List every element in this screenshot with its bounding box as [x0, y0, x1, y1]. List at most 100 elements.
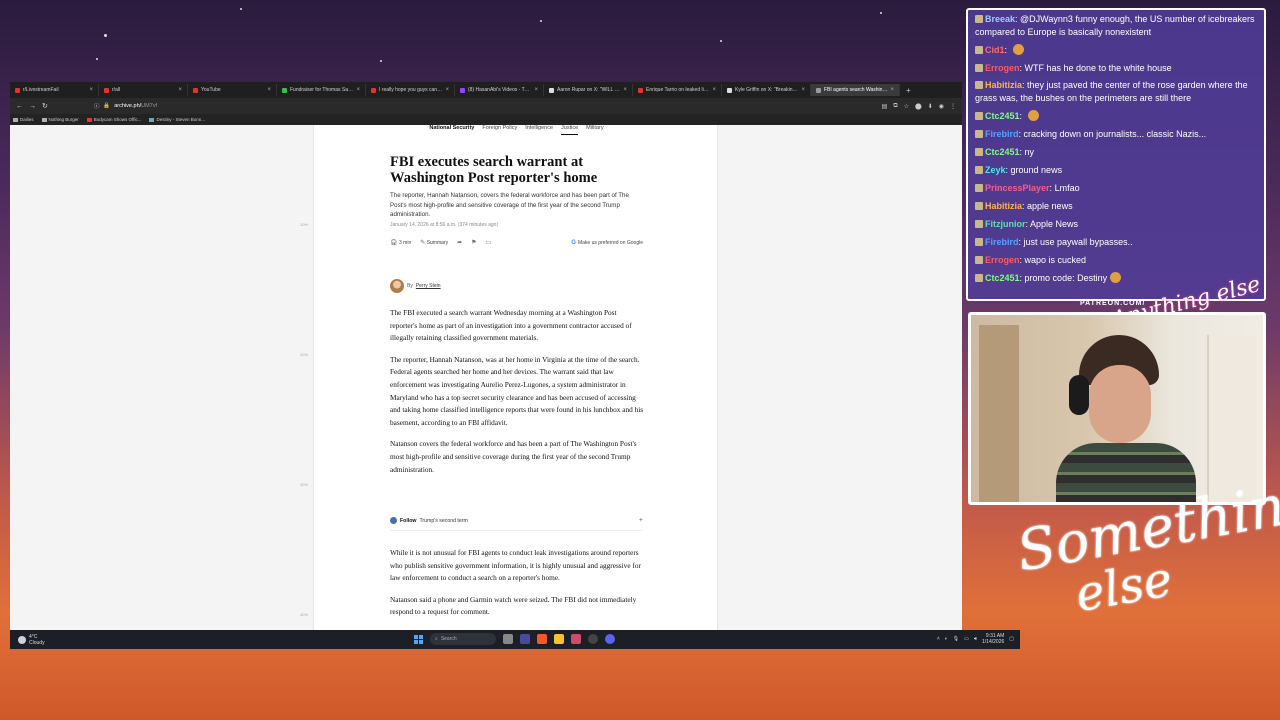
tab-x-griffin[interactable]: Kyle Griffin on X: "Breaking Wa × [722, 84, 811, 96]
nav-military[interactable]: Military [586, 125, 603, 135]
tab-tarrio[interactable]: Enrique Tarrio on leaked list of × [633, 84, 722, 96]
sub-badge-icon [975, 274, 983, 282]
url-field[interactable]: ⓘ 🔒 archive.ph/UM7vf [94, 102, 157, 110]
file-explorer-icon[interactable] [554, 634, 564, 644]
chat-app-icon[interactable] [520, 634, 530, 644]
summary-button[interactable]: ✎ Summary [420, 239, 448, 246]
tray-app-icon[interactable]: ◐ [945, 636, 948, 642]
nav-foreign-policy[interactable]: Foreign Policy [482, 125, 517, 135]
reddit-icon [638, 87, 643, 93]
comment-icon[interactable]: ▭ [486, 239, 492, 246]
chat-username[interactable]: Fitzjunior [985, 219, 1026, 229]
back-icon[interactable]: ← [16, 103, 23, 110]
chat-username[interactable]: Habitizia [985, 80, 1022, 90]
chat-username[interactable]: Habitizia [985, 201, 1022, 211]
tab-label: FBI agents search Washington [824, 87, 888, 93]
close-icon[interactable]: × [534, 87, 538, 93]
listen-button[interactable]: 🎧︎ 3 min [390, 239, 411, 246]
chat-username[interactable]: Ctc2451 [985, 147, 1020, 157]
volume-icon[interactable]: 🔊︎ [974, 636, 977, 642]
tab-label: Aaron Rupar on X: "WILL CAN [557, 87, 621, 93]
close-icon[interactable]: × [445, 87, 449, 93]
tab-livestreamfail[interactable]: r/LivestreamFail × [10, 84, 99, 96]
byline-prefix: By [407, 283, 413, 289]
chat-username[interactable]: Zeyk [985, 165, 1006, 175]
close-icon[interactable]: × [712, 87, 716, 93]
read-time: 3 min [399, 240, 412, 246]
profile-icon[interactable]: ◉ [939, 103, 944, 110]
chat-username[interactable]: Firebird [985, 129, 1019, 139]
paragraph: The reporter, Hannah Natanson, was at he… [390, 354, 644, 427]
bookmark-dailies[interactable]: Dailies [13, 117, 34, 122]
chat-username[interactable]: Breeak [985, 14, 1015, 24]
tab-all[interactable]: r/all × [99, 84, 188, 96]
weather-widget[interactable]: 4°C Cloudy [10, 634, 45, 646]
windows-start-icon[interactable] [414, 634, 423, 644]
scroll-marker: 10% [300, 222, 309, 227]
follow-topic[interactable]: Follow Trump's second term + [390, 517, 643, 531]
follow-topic-label: Trump's second term [419, 517, 468, 524]
clock[interactable]: 9:31 AM 1/14/2026 [982, 633, 1004, 645]
tab-x-rupar[interactable]: Aaron Rupar on X: "WILL CAN × [544, 84, 633, 96]
menu-icon[interactable]: ⋮ [950, 103, 956, 110]
reload-icon[interactable]: ↻ [42, 102, 48, 110]
network-icon[interactable]: ▭ [964, 636, 969, 642]
nav-national-security[interactable]: National Security [429, 125, 474, 135]
author-link[interactable]: Perry Stein [416, 283, 441, 289]
tab-reddit-post[interactable]: I really hope you guys can see × [366, 84, 455, 96]
brave-icon[interactable] [537, 634, 547, 644]
chat-username[interactable]: Firebird [985, 237, 1019, 247]
chat-username[interactable]: Ctc2451 [985, 273, 1020, 283]
reader-icon[interactable]: ▤ [882, 103, 888, 110]
chat-username[interactable]: PrincessPlayer [985, 183, 1050, 193]
obs-icon[interactable] [588, 634, 598, 644]
bookmark-bodycam[interactable]: Bodycam Shows Offic... [86, 117, 141, 122]
chat-username[interactable]: Errogen [985, 255, 1020, 265]
forward-icon[interactable]: → [29, 103, 36, 110]
bookmark-icon[interactable]: ⚑ [471, 239, 476, 246]
tab-strip: r/LivestreamFail × r/all × YouTube × Fundra… [10, 82, 962, 98]
discord-icon[interactable] [605, 634, 615, 644]
extensions-icon[interactable]: ⬤ [915, 103, 922, 110]
chat-username[interactable]: Ctc2451 [985, 111, 1020, 121]
task-view-icon[interactable] [503, 634, 513, 644]
close-icon[interactable]: × [890, 87, 894, 93]
sub-badge-icon [975, 256, 983, 264]
weather-text: Cloudy [29, 639, 45, 646]
app-icon[interactable] [571, 634, 581, 644]
close-icon[interactable]: × [623, 87, 627, 93]
tab-twitch[interactable]: (8) HasanAbi's Videos - Twitch × [455, 84, 544, 96]
close-icon[interactable]: × [356, 87, 360, 93]
nav-intelligence[interactable]: Intelligence [525, 125, 553, 135]
streamer [1051, 335, 1196, 502]
chevron-up-icon[interactable]: ˄ [937, 636, 940, 642]
emote-icon [1027, 110, 1039, 121]
share-icon[interactable]: ⧉ [893, 103, 897, 110]
taskbar-search[interactable]: ⌕ Search [430, 633, 496, 645]
chat-username[interactable]: Errogen [985, 63, 1020, 73]
tab-fbi-agents[interactable]: FBI agents search Washington × [811, 84, 900, 96]
share-icon[interactable]: ➦ [457, 239, 462, 246]
close-icon[interactable]: × [801, 87, 805, 93]
tab-youtube[interactable]: YouTube × [188, 84, 277, 96]
bookmark-nothing-burger[interactable]: Nothing Burger [41, 117, 79, 122]
sub-badge-icon [975, 81, 983, 89]
tab-fundraiser[interactable]: Fundraiser for Thomas Sabula i × [277, 84, 366, 96]
chat-message: Fitzjunior: Apple News [975, 215, 1257, 233]
close-icon[interactable]: × [89, 87, 93, 93]
preferred-google-button[interactable]: G Make us preferred on Google [571, 240, 643, 246]
plus-icon[interactable]: + [639, 517, 643, 524]
notifications-icon[interactable]: ▢ [1009, 636, 1014, 642]
nav-justice[interactable]: Justice [561, 125, 579, 135]
bookmark-destiny[interactable]: Destiny - Steven Bonn... [149, 117, 205, 122]
microphone-icon[interactable]: 🎙︎ [953, 636, 959, 642]
site-info-icon[interactable]: ⓘ [94, 102, 100, 110]
star-icon[interactable]: ☆ [904, 103, 909, 110]
download-icon[interactable]: ⬇ [928, 103, 933, 110]
chat-username[interactable]: Cid1 [985, 45, 1005, 55]
close-icon[interactable]: × [178, 87, 182, 93]
emote-icon [1012, 44, 1024, 55]
new-tab-button[interactable]: + [900, 86, 917, 95]
close-icon[interactable]: × [267, 87, 271, 93]
headphones-icon: 🎧︎ [390, 240, 398, 246]
